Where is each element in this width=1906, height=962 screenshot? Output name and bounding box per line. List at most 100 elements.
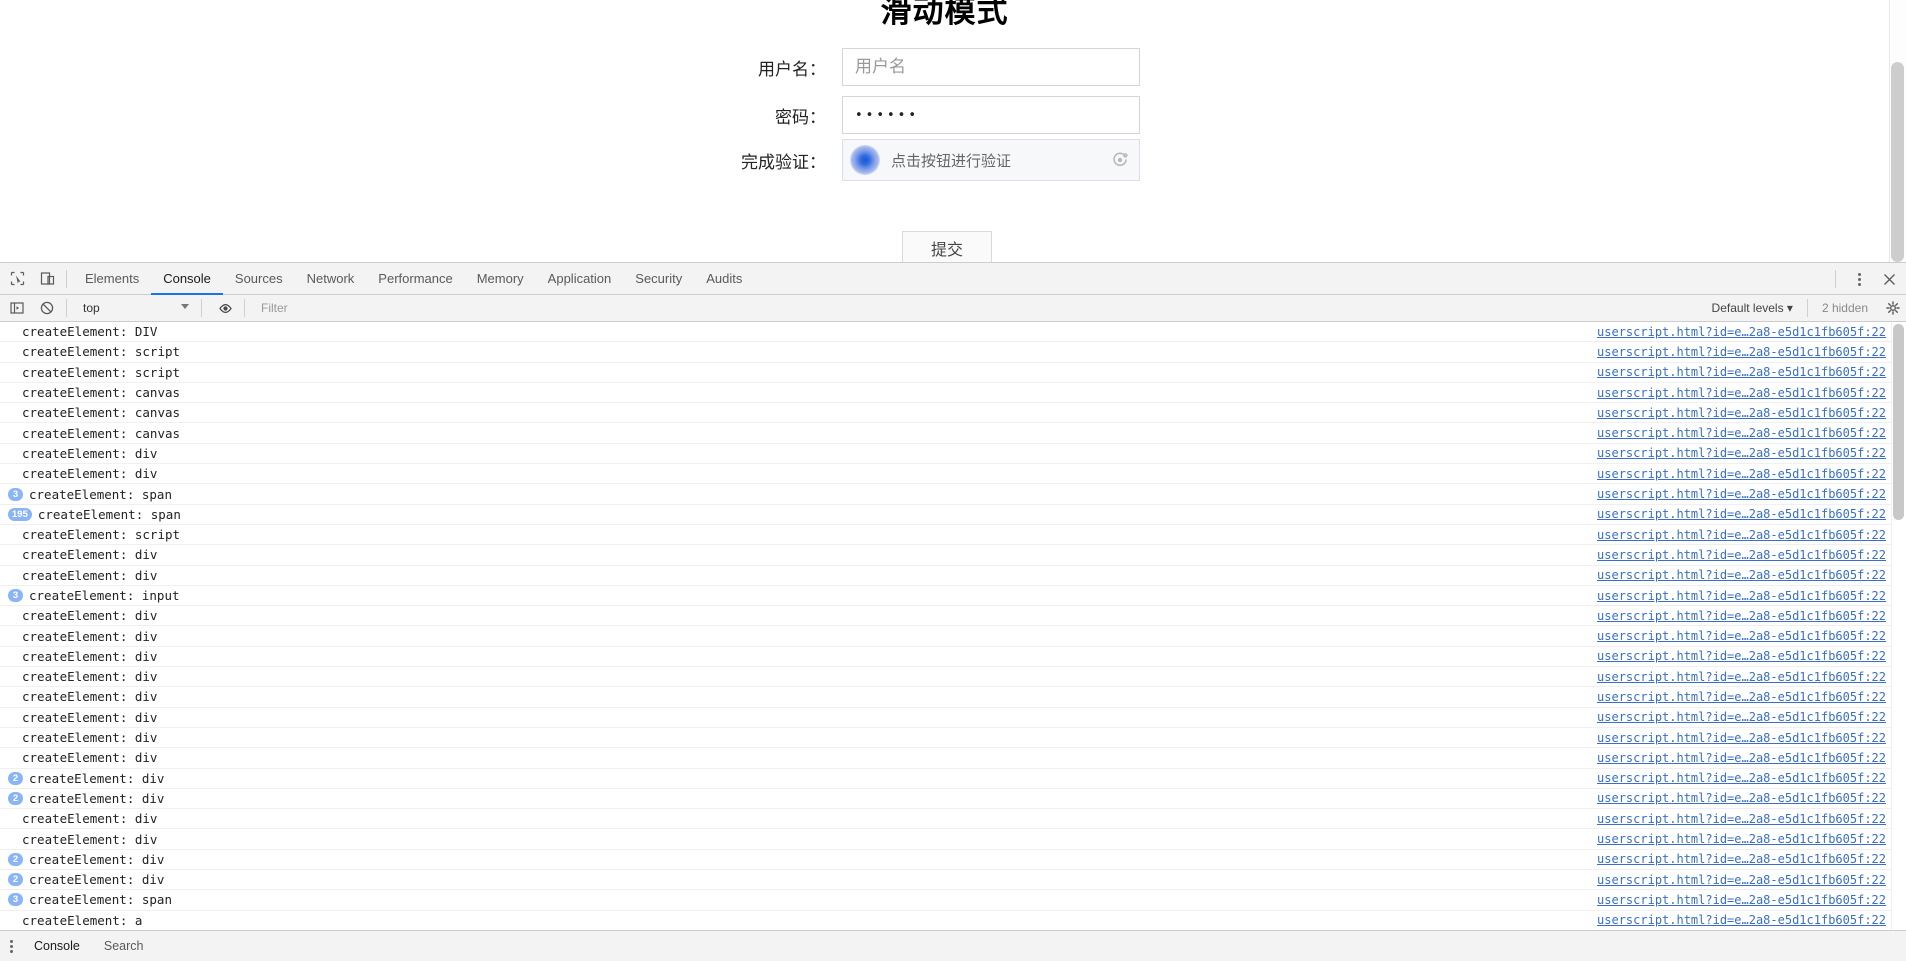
log-source-link[interactable]: userscript.html?id=e…2a8-e5d1c1fb605f:22 bbox=[1597, 467, 1886, 481]
log-source-link[interactable]: userscript.html?id=e…2a8-e5d1c1fb605f:22 bbox=[1597, 487, 1886, 501]
tab-network[interactable]: Network bbox=[295, 263, 367, 295]
tab-audits[interactable]: Audits bbox=[694, 263, 754, 295]
log-source-link[interactable]: userscript.html?id=e…2a8-e5d1c1fb605f:22 bbox=[1597, 913, 1886, 927]
console-log-row[interactable]: createElement: div userscript.html?id=e…2… bbox=[0, 667, 1906, 688]
log-source-link[interactable]: userscript.html?id=e…2a8-e5d1c1fb605f:22 bbox=[1597, 852, 1886, 866]
console-log-row[interactable]: 2 createElement: div userscript.html?id=e…… bbox=[0, 769, 1906, 789]
console-log-row[interactable]: createElement: div userscript.html?id=e…2… bbox=[0, 708, 1906, 728]
log-source-link[interactable]: userscript.html?id=e…2a8-e5d1c1fb605f:22 bbox=[1597, 609, 1886, 623]
context-selector[interactable]: top bbox=[77, 298, 195, 318]
log-source-link[interactable]: userscript.html?id=e…2a8-e5d1c1fb605f:22 bbox=[1597, 670, 1886, 684]
tab-application[interactable]: Application bbox=[536, 263, 624, 295]
log-source-link[interactable]: userscript.html?id=e…2a8-e5d1c1fb605f:22 bbox=[1597, 426, 1886, 440]
log-repeat-count-badge: 2 bbox=[8, 873, 23, 887]
log-source-link[interactable]: userscript.html?id=e…2a8-e5d1c1fb605f:22 bbox=[1597, 589, 1886, 603]
page-scrollbar-thumb[interactable] bbox=[1891, 62, 1904, 262]
captcha-slider-widget[interactable]: 点击按钮进行验证 bbox=[842, 139, 1140, 181]
console-log-row[interactable]: 2 createElement: div userscript.html?id=e…… bbox=[0, 850, 1906, 871]
tab-memory[interactable]: Memory bbox=[465, 263, 536, 295]
console-log-row[interactable]: 3 createElement: span userscript.html?id=e… bbox=[0, 484, 1906, 505]
console-log-row[interactable]: createElement: div userscript.html?id=e…2… bbox=[0, 464, 1906, 485]
console-log-row[interactable]: createElement: div userscript.html?id=e…2… bbox=[0, 444, 1906, 465]
console-log-row[interactable]: createElement: div userscript.html?id=e…2… bbox=[0, 728, 1906, 749]
console-log-row[interactable]: createElement: div userscript.html?id=e…2… bbox=[0, 566, 1906, 586]
refresh-captcha-icon[interactable] bbox=[1111, 151, 1129, 169]
console-log-list[interactable]: createElement: DIV userscript.html?id=e…2… bbox=[0, 322, 1906, 930]
log-source-link[interactable]: userscript.html?id=e…2a8-e5d1c1fb605f:22 bbox=[1597, 528, 1886, 542]
log-source-link[interactable]: userscript.html?id=e…2a8-e5d1c1fb605f:22 bbox=[1597, 548, 1886, 562]
drawer-more-icon[interactable] bbox=[0, 931, 22, 962]
captcha-slider-knob[interactable] bbox=[851, 146, 879, 174]
log-source-link[interactable]: userscript.html?id=e…2a8-e5d1c1fb605f:22 bbox=[1597, 406, 1886, 420]
log-source-link[interactable]: userscript.html?id=e…2a8-e5d1c1fb605f:22 bbox=[1597, 791, 1886, 805]
page-scrollbar[interactable] bbox=[1889, 0, 1906, 262]
console-log-row[interactable]: createElement: script userscript.html?id=… bbox=[0, 525, 1906, 546]
log-source-link[interactable]: userscript.html?id=e…2a8-e5d1c1fb605f:22 bbox=[1597, 507, 1886, 521]
console-log-row[interactable]: createElement: DIV userscript.html?id=e…2… bbox=[0, 322, 1906, 343]
username-input[interactable] bbox=[842, 48, 1140, 86]
console-log-row[interactable]: createElement: script userscript.html?id=… bbox=[0, 342, 1906, 363]
console-settings-gear-icon[interactable] bbox=[1880, 295, 1906, 321]
devtools-drawer: Console Search bbox=[0, 930, 1906, 961]
console-log-row[interactable]: createElement: div userscript.html?id=e…2… bbox=[0, 606, 1906, 627]
log-source-link[interactable]: userscript.html?id=e…2a8-e5d1c1fb605f:22 bbox=[1597, 710, 1886, 724]
log-source-link[interactable]: userscript.html?id=e…2a8-e5d1c1fb605f:22 bbox=[1597, 345, 1886, 359]
console-log-row[interactable]: createElement: canvas userscript.html?id=… bbox=[0, 403, 1906, 424]
log-source-link[interactable]: userscript.html?id=e…2a8-e5d1c1fb605f:22 bbox=[1597, 649, 1886, 663]
log-source-link[interactable]: userscript.html?id=e…2a8-e5d1c1fb605f:22 bbox=[1597, 832, 1886, 846]
console-scrollbar[interactable] bbox=[1891, 322, 1906, 930]
console-log-row[interactable]: createElement: a userscript.html?id=e…2a8… bbox=[0, 911, 1906, 930]
console-log-row[interactable]: createElement: div userscript.html?id=e…2… bbox=[0, 545, 1906, 566]
tab-security[interactable]: Security bbox=[623, 263, 694, 295]
log-message-text: createElement: div bbox=[22, 445, 158, 461]
log-source-link[interactable]: userscript.html?id=e…2a8-e5d1c1fb605f:22 bbox=[1597, 365, 1886, 379]
tab-sources[interactable]: Sources bbox=[223, 263, 295, 295]
device-toolbar-icon[interactable] bbox=[34, 266, 60, 292]
console-sidebar-icon[interactable] bbox=[4, 295, 30, 321]
console-log-row[interactable]: createElement: div userscript.html?id=e…2… bbox=[0, 626, 1906, 647]
console-log-row[interactable]: createElement: div userscript.html?id=e…2… bbox=[0, 687, 1906, 708]
log-source-link[interactable]: userscript.html?id=e…2a8-e5d1c1fb605f:22 bbox=[1597, 325, 1886, 339]
log-source-link[interactable]: userscript.html?id=e…2a8-e5d1c1fb605f:22 bbox=[1597, 751, 1886, 765]
devtools-tabbar-right bbox=[1829, 263, 1902, 295]
console-log-row[interactable]: createElement: div userscript.html?id=e…2… bbox=[0, 809, 1906, 830]
log-source-link[interactable]: userscript.html?id=e…2a8-e5d1c1fb605f:22 bbox=[1597, 893, 1886, 907]
log-levels-dropdown[interactable]: Default levels ▾ bbox=[1704, 301, 1801, 315]
log-source-link[interactable]: userscript.html?id=e…2a8-e5d1c1fb605f:22 bbox=[1597, 873, 1886, 887]
console-log-row[interactable]: createElement: div userscript.html?id=e…2… bbox=[0, 647, 1906, 668]
live-expression-icon[interactable] bbox=[212, 295, 238, 321]
submit-button[interactable]: 提交 bbox=[902, 231, 992, 262]
log-source-link[interactable]: userscript.html?id=e…2a8-e5d1c1fb605f:22 bbox=[1597, 731, 1886, 745]
console-log-row[interactable]: createElement: div userscript.html?id=e…2… bbox=[0, 829, 1906, 850]
drawer-tab-console[interactable]: Console bbox=[22, 931, 92, 962]
log-source-link[interactable]: userscript.html?id=e…2a8-e5d1c1fb605f:22 bbox=[1597, 568, 1886, 582]
log-source-link[interactable]: userscript.html?id=e…2a8-e5d1c1fb605f:22 bbox=[1597, 386, 1886, 400]
console-filter-input[interactable] bbox=[259, 297, 1704, 319]
console-log-row[interactable]: createElement: canvas userscript.html?id=… bbox=[0, 383, 1906, 404]
log-source-link[interactable]: userscript.html?id=e…2a8-e5d1c1fb605f:22 bbox=[1597, 446, 1886, 460]
console-log-row[interactable]: createElement: script userscript.html?id=… bbox=[0, 363, 1906, 383]
console-scrollbar-thumb[interactable] bbox=[1893, 324, 1904, 520]
drawer-tab-search[interactable]: Search bbox=[92, 931, 156, 962]
log-source-link[interactable]: userscript.html?id=e…2a8-e5d1c1fb605f:22 bbox=[1597, 771, 1886, 785]
console-log-row[interactable]: 2 createElement: div userscript.html?id=e…… bbox=[0, 789, 1906, 810]
console-log-row[interactable]: 3 createElement: input userscript.html?id=… bbox=[0, 586, 1906, 607]
clear-console-icon[interactable] bbox=[34, 295, 60, 321]
tab-console[interactable]: Console bbox=[151, 263, 223, 295]
password-input[interactable]: •••••• bbox=[842, 96, 1140, 134]
more-options-kebab-icon[interactable] bbox=[1846, 266, 1872, 292]
password-row: 密码： •••••• bbox=[0, 96, 1889, 134]
log-source-link[interactable]: userscript.html?id=e…2a8-e5d1c1fb605f:22 bbox=[1597, 690, 1886, 704]
console-log-row[interactable]: 195 createElement: span userscript.html?id… bbox=[0, 505, 1906, 525]
inspect-element-icon[interactable] bbox=[4, 266, 30, 292]
tab-performance[interactable]: Performance bbox=[366, 263, 464, 295]
console-log-row[interactable]: 3 createElement: span userscript.html?id=e… bbox=[0, 890, 1906, 911]
console-log-row[interactable]: createElement: div userscript.html?id=e…2… bbox=[0, 748, 1906, 769]
close-devtools-icon[interactable] bbox=[1876, 266, 1902, 292]
console-log-row[interactable]: 2 createElement: div userscript.html?id=e…… bbox=[0, 870, 1906, 891]
console-log-row[interactable]: createElement: canvas userscript.html?id=… bbox=[0, 423, 1906, 444]
devtools-panel: Elements Console Sources Network Perform… bbox=[0, 262, 1906, 961]
log-source-link[interactable]: userscript.html?id=e…2a8-e5d1c1fb605f:22 bbox=[1597, 812, 1886, 826]
log-source-link[interactable]: userscript.html?id=e…2a8-e5d1c1fb605f:22 bbox=[1597, 629, 1886, 643]
tab-elements[interactable]: Elements bbox=[73, 263, 151, 295]
